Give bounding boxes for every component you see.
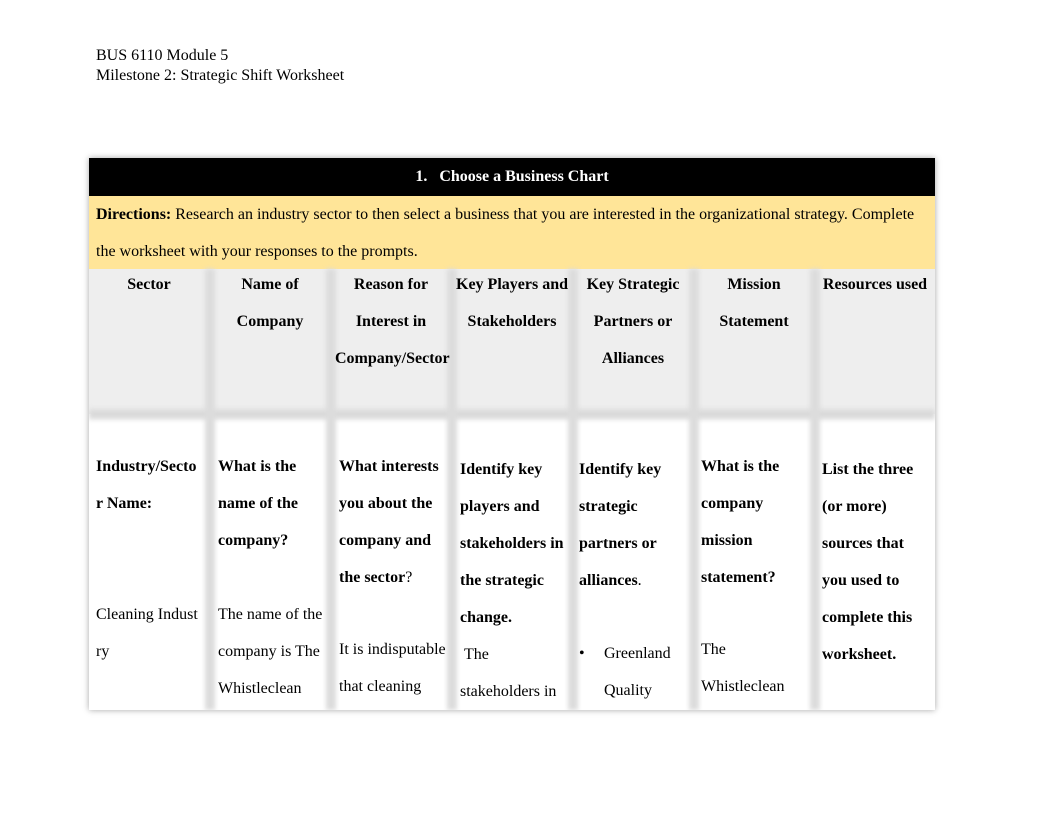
header-company-name: Name of Company <box>236 276 304 330</box>
column-divider <box>810 269 820 710</box>
cell-mission: What is the company mission statement? T… <box>701 448 809 705</box>
header-partners: Key Strategic Partners or Alliances <box>586 276 680 367</box>
section-title-bar: 1. Choose a Business Chart <box>89 158 935 196</box>
prompt-key-players: Identify key players and stakeholders in… <box>460 461 564 626</box>
cell-key-players: Identify key players and stakeholders in… <box>460 451 568 710</box>
course-title: BUS 6110 Module 5 <box>96 47 229 64</box>
header-sector: Sector <box>127 276 171 293</box>
prompt-resources: List the three (or more) sources that yo… <box>822 461 914 663</box>
prompt-sector: Industry/Sector Name: <box>96 458 197 512</box>
directions-text: Research an industry sector to then sele… <box>96 206 915 260</box>
header-reason: Reason for Interest in Company/Sector <box>335 276 450 367</box>
worksheet-table: 1. Choose a Business Chart Directions: R… <box>89 158 935 710</box>
worksheet-title: Milestone 2: Strategic Shift Worksheet <box>96 67 345 84</box>
answer-company-name: The name of the company is The Whistlecl… <box>218 606 323 697</box>
cell-partners: Identify key strategic partners or allia… <box>579 451 691 709</box>
section-number: 1. <box>415 168 428 185</box>
answer-key-players: The stakeholders in <box>460 646 557 700</box>
partner-list-item: • Greenland Quality <box>579 635 691 709</box>
directions-band: Directions: Research an industry sector … <box>89 196 935 269</box>
prompt-partners-suffix: . <box>637 572 642 589</box>
header-resources: Resources used <box>822 276 928 293</box>
cell-sector: Industry/Sector Name: Cleaning Industry <box>96 448 200 670</box>
prompt-partners: Identify key strategic partners or allia… <box>579 461 662 589</box>
header-key-players: Key Players and Stakeholders <box>456 276 568 330</box>
row-divider <box>89 408 935 420</box>
bullet-icon: • <box>579 645 585 662</box>
answer-reason: It is indisputable that cleaning <box>339 641 446 695</box>
header-mission: Mission Statement <box>719 276 789 330</box>
cell-resources: List the three (or more) sources that yo… <box>822 451 930 673</box>
cell-reason: What interests you about the company and… <box>339 448 451 705</box>
prompt-mission: What is the company mission statement? <box>701 458 780 586</box>
prompt-company-name: What is the name of the company? <box>218 458 298 549</box>
prompt-reason: What interests you about the company and… <box>339 458 439 586</box>
prompt-reason-suffix: ? <box>405 569 413 586</box>
document-header: BUS 6110 Module 5 Milestone 2: Strategic… <box>96 46 344 86</box>
directions-label: Directions: <box>96 206 172 223</box>
answer-mission: The Whistleclean <box>701 641 785 695</box>
answer-sector: Cleaning Industry <box>96 606 198 660</box>
answer-partners: Greenland Quality <box>604 645 671 699</box>
cell-company-name: What is the name of the company? The nam… <box>218 448 326 707</box>
section-title: Choose a Business Chart <box>439 168 609 185</box>
